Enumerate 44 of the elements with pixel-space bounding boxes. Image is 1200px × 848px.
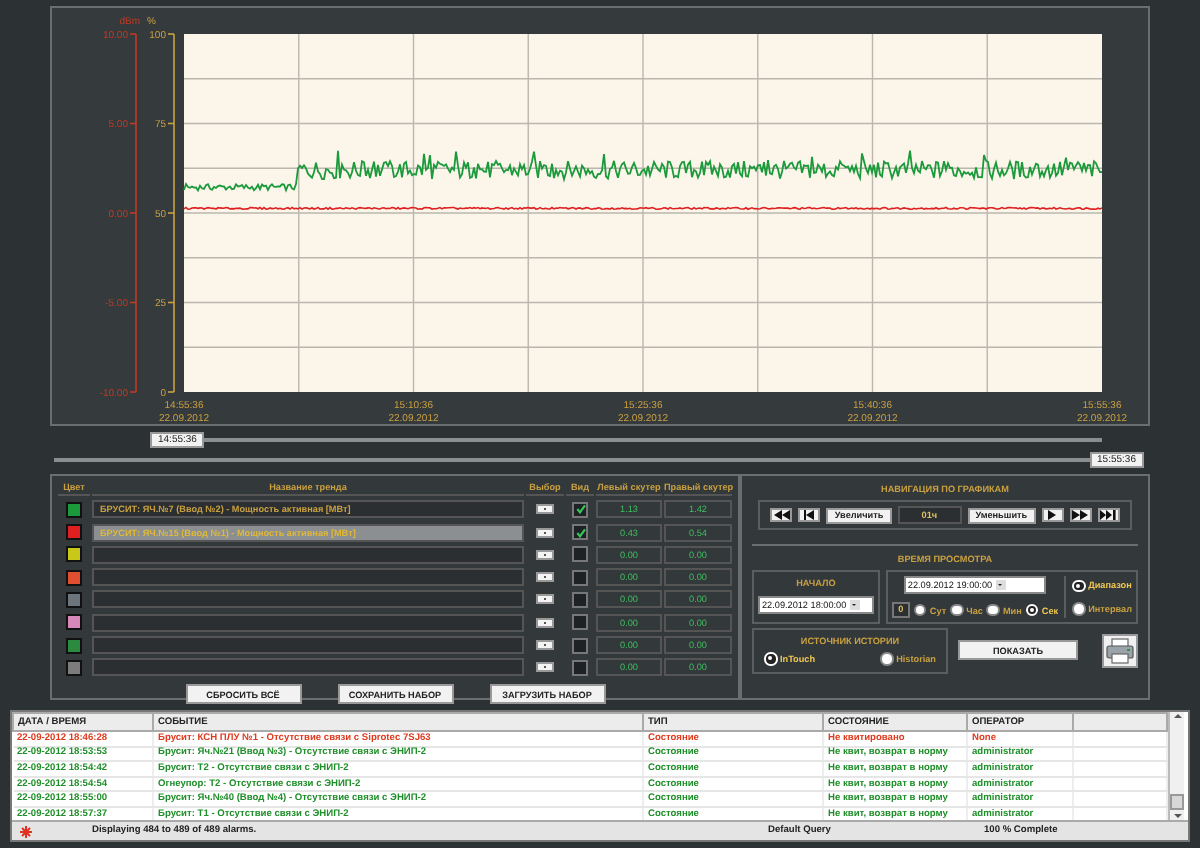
checkbox[interactable] <box>572 659 588 676</box>
skip-to-end-icon <box>1100 510 1117 520</box>
color-swatch[interactable] <box>66 614 82 631</box>
step-forward-icon <box>1044 510 1061 520</box>
select-button[interactable] <box>536 594 554 605</box>
select-button[interactable] <box>536 617 554 628</box>
color-swatch[interactable] <box>66 524 82 541</box>
fast-forward-button[interactable] <box>1069 508 1092 522</box>
trend-name-field[interactable] <box>92 568 524 587</box>
fast-forward-icon <box>1072 510 1089 520</box>
print-button[interactable] <box>1102 633 1138 668</box>
color-swatch[interactable] <box>66 546 82 563</box>
trend-name-field[interactable] <box>92 636 524 655</box>
checkbox[interactable] <box>572 591 588 608</box>
step-back-button[interactable] <box>798 508 821 522</box>
checkbox[interactable] <box>572 524 588 541</box>
checkbox[interactable] <box>572 569 588 586</box>
color-swatch[interactable] <box>66 501 82 518</box>
trend-name-field[interactable] <box>92 658 524 677</box>
select-button[interactable] <box>536 640 554 651</box>
select-button[interactable] <box>536 572 554 583</box>
checkbox[interactable] <box>572 614 588 631</box>
checkbox[interactable] <box>572 637 588 654</box>
color-swatch[interactable] <box>66 659 82 676</box>
color-swatch[interactable] <box>66 591 82 608</box>
rewind-button[interactable] <box>770 508 793 522</box>
select-button[interactable] <box>536 527 554 538</box>
color-swatch[interactable] <box>66 637 82 654</box>
checkbox[interactable] <box>572 501 588 518</box>
checkbox[interactable] <box>572 546 588 563</box>
select-button[interactable] <box>536 662 554 673</box>
alarm-status-icon <box>20 825 32 837</box>
trend-name-field[interactable] <box>92 613 524 632</box>
step-back-icon <box>801 510 818 520</box>
trend-name-field[interactable] <box>92 545 524 564</box>
select-button[interactable] <box>536 549 554 560</box>
color-swatch[interactable] <box>66 569 82 586</box>
step-forward-button[interactable] <box>1041 508 1064 522</box>
scrollbar[interactable] <box>1168 712 1184 820</box>
skip-to-end-button[interactable] <box>1097 508 1120 522</box>
trend-name-field[interactable] <box>92 590 524 609</box>
select-button[interactable] <box>536 504 554 515</box>
printer-icon <box>1106 637 1134 664</box>
rewind-icon <box>773 510 790 520</box>
